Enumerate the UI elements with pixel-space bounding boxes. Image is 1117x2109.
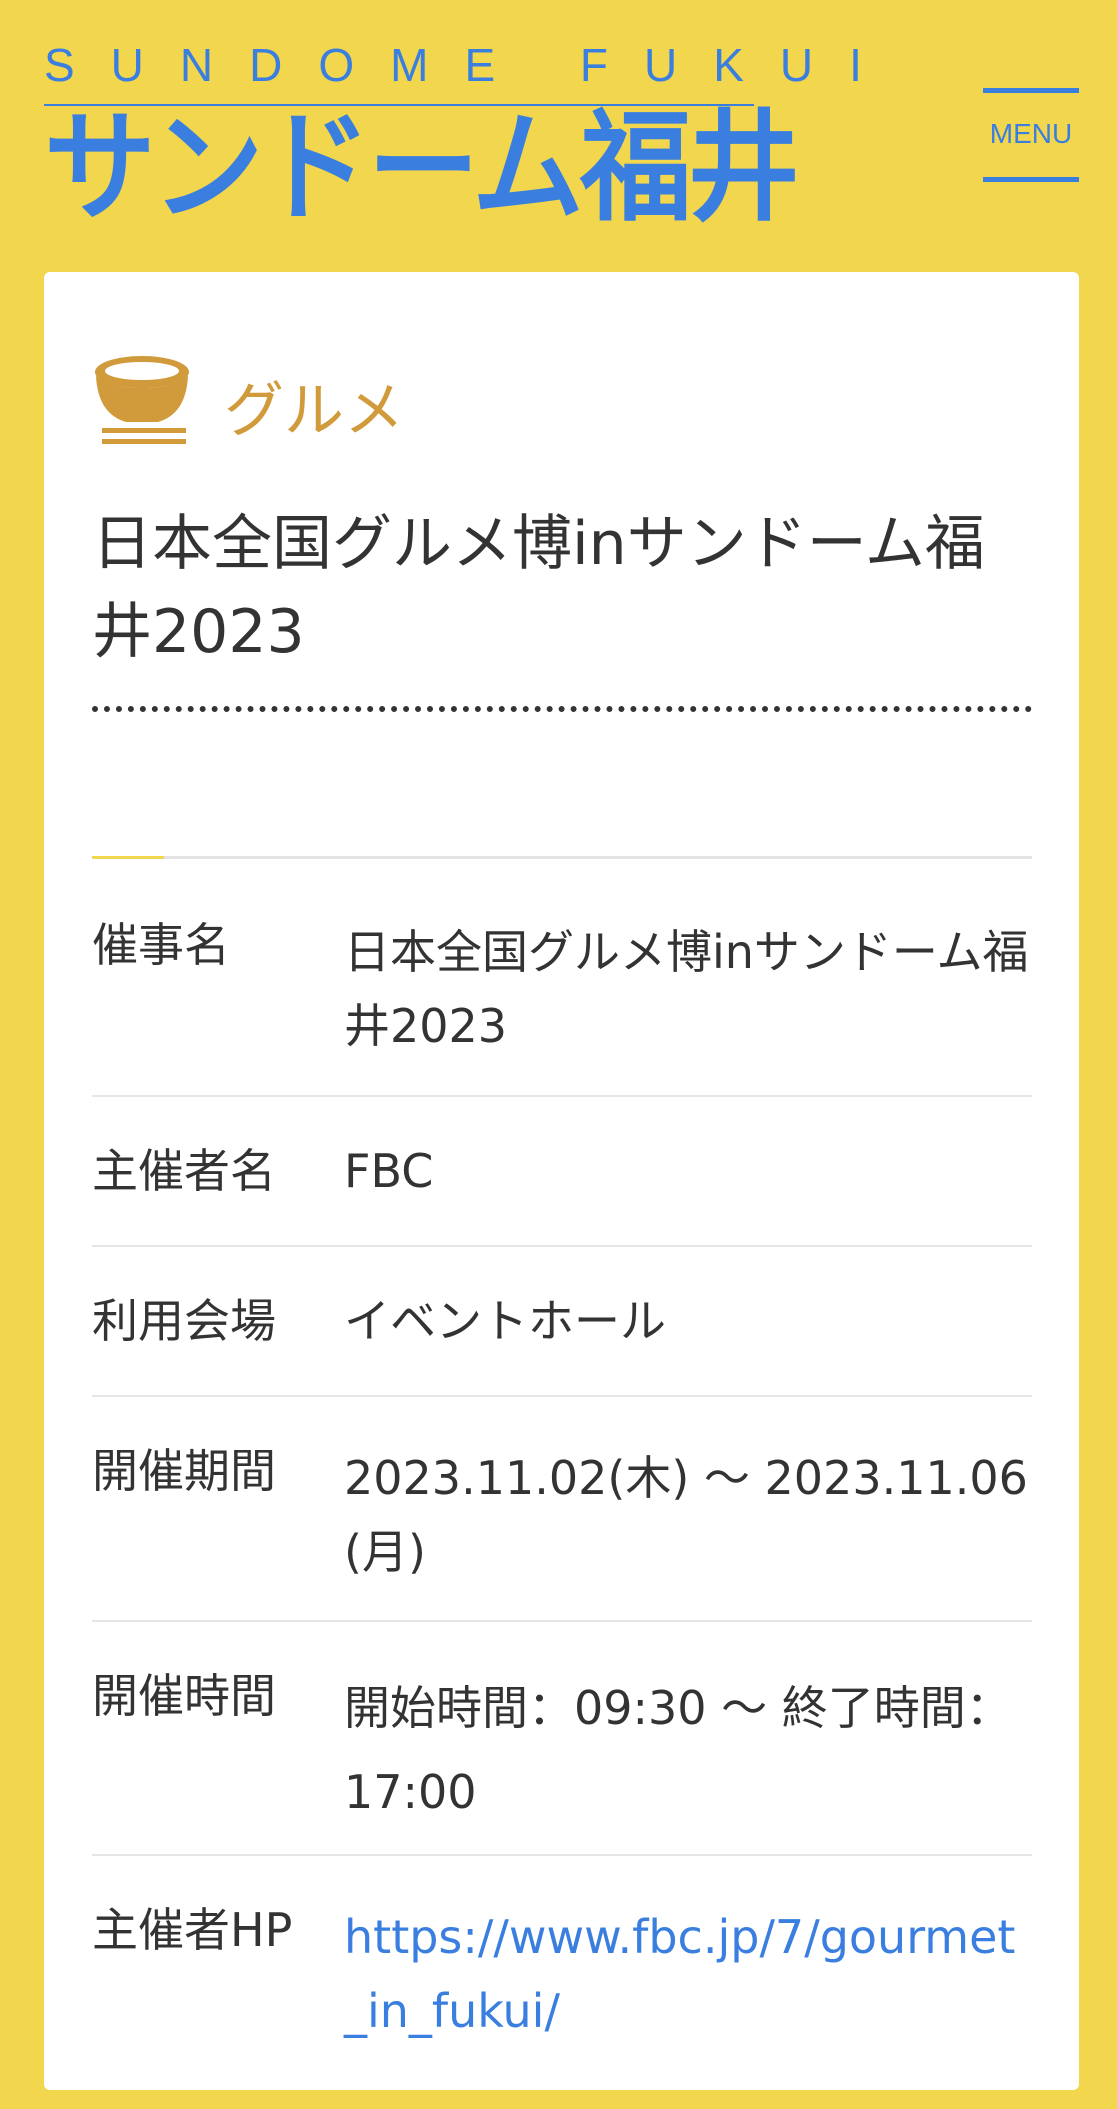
info-row-period: 開催期間 2023.11.02(木) 〜 2023.11.06(月) (92, 1397, 1032, 1622)
info-row-hours: 開催時間 開始時間：09:30 〜 終了時間：17:00 (92, 1622, 1032, 1856)
organizer-website-link[interactable]: https://www.fbc.jp/7/gourmet_in_fukui/ (344, 1910, 1015, 2038)
menu-button[interactable]: MENU (983, 88, 1079, 184)
site-header: SUNDOME FUKUI サンドーム福井 MENU (0, 0, 1117, 270)
logo-japanese: サンドーム福井 (44, 99, 800, 238)
info-value: FBC (344, 1144, 434, 1198)
info-value: 日本全国グルメ博inサンドーム福井2023 (344, 925, 1029, 1053)
info-row-venue: 利用会場 イベントホール (92, 1247, 1032, 1397)
info-key: 開催時間 (92, 1669, 276, 1723)
info-key: 催事名 (92, 918, 230, 972)
menu-bar-bottom (983, 177, 1079, 182)
bowl-icon (95, 356, 189, 444)
info-value: https://www.fbc.jp/7/gourmet_in_fukui/ (344, 1856, 1032, 2086)
menu-label: MENU (989, 118, 1073, 149)
event-card: グルメ 日本全国グルメ博inサンドーム福井2023 催事名 日本全国グルメ博in… (44, 272, 1079, 2090)
info-value: 開始時間：09:30 〜 終了時間：17:00 (344, 1681, 1012, 1819)
info-key: 利用会場 (92, 1294, 276, 1348)
event-title: 日本全国グルメ博inサンドーム福井2023 (92, 509, 985, 667)
event-info-table: 催事名 日本全国グルメ博inサンドーム福井2023 主催者名 FBC 利用会場 … (92, 859, 1032, 2086)
title-dotted-divider (92, 706, 1032, 712)
logo-english: SUNDOME FUKUI (44, 39, 898, 91)
info-row-website: 主催者HP https://www.fbc.jp/7/gourmet_in_fu… (92, 1856, 1032, 2086)
info-row-organizer: 主催者名 FBC (92, 1097, 1032, 1247)
menu-bar-top (983, 88, 1079, 93)
category-label: グルメ (224, 376, 404, 446)
info-row-event-name: 催事名 日本全国グルメ博inサンドーム福井2023 (92, 859, 1032, 1097)
site-logo[interactable]: SUNDOME FUKUI サンドーム福井 (44, 38, 898, 238)
info-key: 開催期間 (92, 1444, 276, 1498)
info-value: イベントホール (344, 1294, 666, 1348)
info-value: 2023.11.02(木) 〜 2023.11.06(月) (344, 1451, 1028, 1579)
info-key: 主催者名 (92, 1144, 276, 1198)
info-key: 主催者HP (92, 1903, 293, 1957)
